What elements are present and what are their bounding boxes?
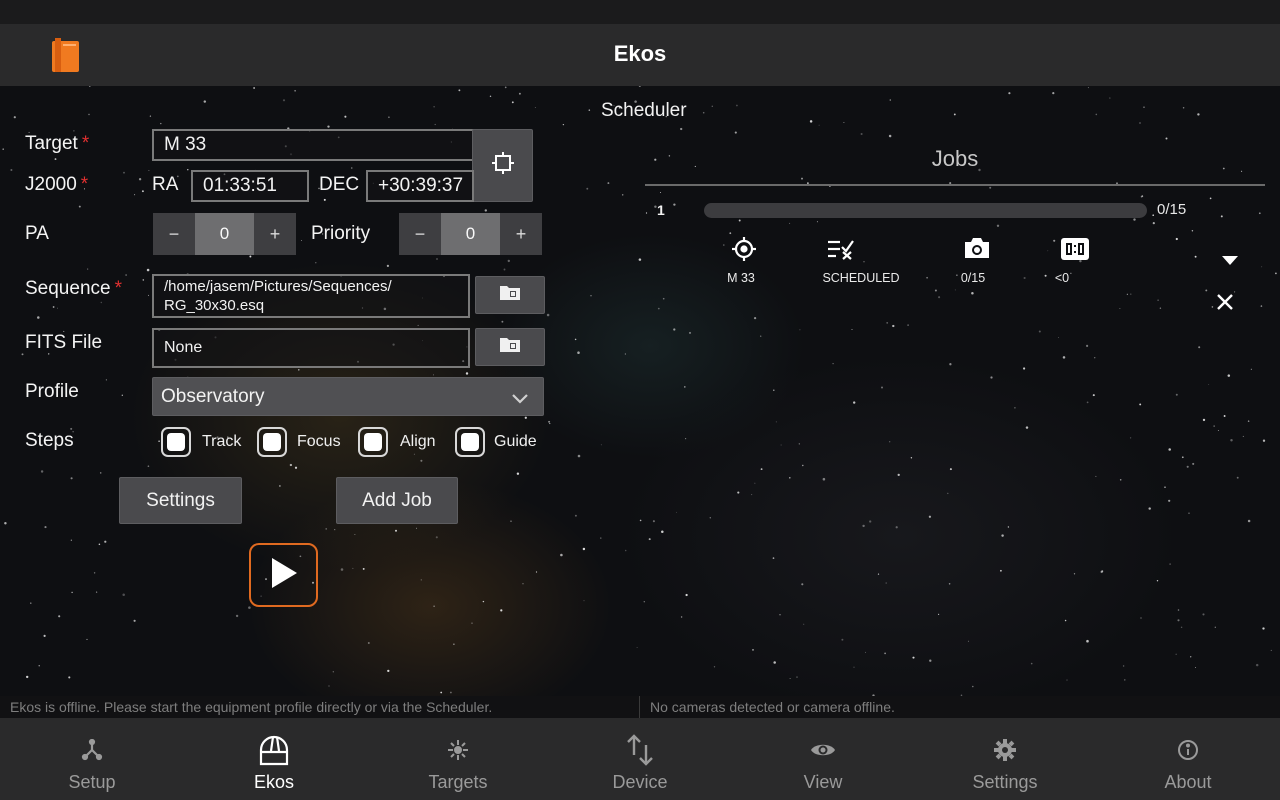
priority-value[interactable]: 0 (441, 213, 500, 255)
nav-view-label: View (803, 772, 843, 792)
jobs-title: Jobs (931, 146, 979, 171)
priority-increment-button[interactable]: + (500, 213, 542, 255)
info-divider (639, 696, 640, 718)
nav-targets-label: Targets (428, 772, 488, 792)
nav-settings-label: Settings (972, 772, 1038, 792)
nav-setup-label: Setup (68, 772, 116, 792)
job-duration: <0 (1054, 271, 1070, 285)
priority-decrement-button[interactable]: − (399, 213, 441, 255)
priority-label: Priority (311, 223, 371, 244)
system-status-bar (0, 0, 1280, 24)
timer-icon (1060, 237, 1090, 266)
observatory-dome-icon (194, 732, 354, 768)
bottom-navigation: Setup Ekos Targets Device View Settings (0, 718, 1280, 800)
fits-browse-button[interactable] (475, 328, 545, 366)
pa-stepper: − 0 + (153, 213, 296, 255)
nav-ekos[interactable]: Ekos (194, 718, 354, 800)
fits-file-label: FITS File (25, 332, 103, 353)
ekos-status-text: Ekos is offline. Please start the equipm… (10, 699, 493, 715)
nav-settings[interactable]: Settings (925, 718, 1085, 800)
target-input[interactable]: M 33 (152, 129, 474, 161)
pa-increment-button[interactable]: + (254, 213, 296, 255)
pa-decrement-button[interactable]: − (153, 213, 195, 255)
job-target: M 33 (727, 271, 755, 285)
guide-checkbox[interactable] (455, 427, 485, 457)
nav-about[interactable]: About (1108, 718, 1268, 800)
guide-label: Guide (494, 433, 537, 450)
remove-job-icon[interactable] (1215, 292, 1235, 317)
nav-device-label: Device (612, 772, 668, 792)
dec-label: DEC (319, 174, 360, 195)
jobs-divider (645, 184, 1265, 186)
job-progress-text: 0/15 (1157, 201, 1187, 218)
profile-label: Profile (25, 381, 79, 402)
fits-file-input[interactable]: None (152, 328, 470, 368)
scheduler-title: Scheduler (601, 100, 687, 121)
ekos-content: Target * M 33 J2000 * RA 01:33:51 DEC +30:… (0, 86, 1280, 696)
add-job-button[interactable]: Add Job (336, 477, 458, 524)
sequence-browse-button[interactable] (475, 276, 545, 314)
nav-ekos-label: Ekos (253, 772, 295, 792)
info-icon (1108, 732, 1268, 768)
sequence-label: Sequence * (25, 278, 122, 299)
nav-targets[interactable]: Targets (378, 718, 538, 800)
target-center-button[interactable] (472, 129, 533, 202)
target-label: Target * (25, 133, 90, 154)
dec-input[interactable]: +30:39:37 (366, 170, 474, 202)
sequence-path-line1: /home/jasem/Pictures/Sequences/ (164, 278, 392, 295)
track-checkbox[interactable] (161, 427, 191, 457)
track-label: Track (202, 433, 242, 450)
chevron-down-icon (511, 389, 529, 411)
folder-icon (499, 283, 521, 307)
align-checkbox[interactable] (358, 427, 388, 457)
pa-label: PA (25, 223, 49, 244)
camera-icon (963, 236, 991, 265)
camera-status-text: No cameras detected or camera offline. (650, 699, 895, 715)
target-crosshair-icon (731, 236, 757, 267)
folder-icon (499, 335, 521, 359)
eye-icon (743, 732, 903, 768)
crosshair-frame-icon (491, 151, 515, 181)
profile-value: Observatory (161, 385, 265, 407)
app-title: Ekos (613, 41, 667, 66)
job-captures: 0/15 (960, 271, 986, 285)
targets-icon (378, 732, 538, 768)
ra-input[interactable]: 01:33:51 (191, 170, 309, 202)
nav-device[interactable]: Device (560, 718, 720, 800)
job-status: SCHEDULED (822, 271, 900, 285)
nav-about-label: About (1164, 772, 1212, 792)
play-icon (269, 556, 299, 595)
pa-value[interactable]: 0 (195, 213, 254, 255)
expand-job-icon[interactable] (1221, 253, 1239, 271)
align-label: Align (400, 433, 436, 450)
profile-dropdown[interactable]: Observatory (152, 377, 544, 416)
focus-label: Focus (297, 433, 341, 450)
device-arrows-icon (560, 732, 720, 768)
focus-checkbox[interactable] (257, 427, 287, 457)
gear-icon (925, 732, 1085, 768)
nav-view[interactable]: View (743, 718, 903, 800)
start-scheduler-button[interactable] (249, 543, 318, 607)
ra-label: RA (152, 174, 179, 195)
settings-button[interactable]: Settings (119, 477, 242, 524)
app-bar: Ekos (0, 24, 1280, 86)
j2000-label: J2000 * (25, 174, 89, 195)
priority-stepper: − 0 + (399, 213, 542, 255)
nav-setup[interactable]: Setup (12, 718, 172, 800)
sequence-path-line2: RG_30x30.esq (164, 297, 265, 314)
job-progress-bar (704, 203, 1147, 218)
schedule-list-check-icon (827, 238, 855, 265)
sequence-input[interactable]: /home/jasem/Pictures/Sequences/ RG_30x30… (152, 274, 470, 318)
steps-label: Steps (25, 430, 74, 451)
setup-icon (12, 732, 172, 768)
info-bar: Ekos is offline. Please start the equipm… (0, 696, 1280, 718)
job-index: 1 (657, 202, 665, 218)
